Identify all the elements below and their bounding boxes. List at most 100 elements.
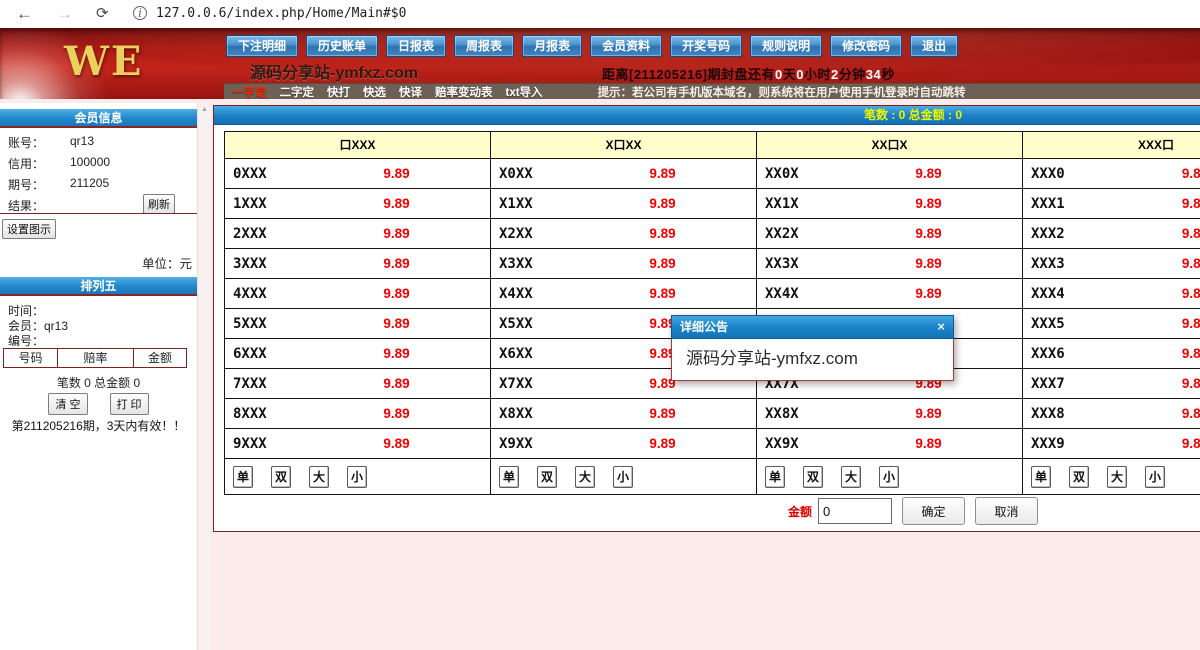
print-button[interactable]: 打 印 xyxy=(110,393,149,415)
bet-row[interactable]: X9XX 9.89 xyxy=(491,429,756,459)
bet-row[interactable]: 1XXX 9.89 xyxy=(225,189,490,219)
quick-button-odd[interactable]: 单 xyxy=(1031,466,1051,488)
bet-row[interactable]: XXX0 9.89 xyxy=(1023,159,1200,189)
bet-row[interactable]: XX1X 9.89 xyxy=(757,189,1022,219)
browser-back-icon[interactable]: ← xyxy=(16,2,33,26)
bet-row[interactable]: X2XX 9.89 xyxy=(491,219,756,249)
bet-row[interactable]: 6XXX 9.89 xyxy=(225,339,490,369)
bet-row[interactable]: 2XXX 9.89 xyxy=(225,219,490,249)
bet-odds: 9.89 xyxy=(303,166,490,181)
bet-row[interactable]: 7XXX 9.89 xyxy=(225,369,490,399)
bet-slip-col-header: 金额 xyxy=(134,348,187,368)
bet-table: 口XXX 0XXX 9.89 1XXX 9.89 2XXX 9.89 3XXX … xyxy=(224,131,1200,495)
bet-row[interactable]: X0XX 9.89 xyxy=(491,159,756,189)
bet-row[interactable]: 8XXX 9.89 xyxy=(225,399,490,429)
quick-button-small[interactable]: 小 xyxy=(879,466,899,488)
subnav-item-4[interactable]: 快选 xyxy=(363,84,386,100)
browser-reload-icon[interactable]: ⟳ xyxy=(96,2,109,26)
bet-row[interactable]: XX0X 9.89 xyxy=(757,159,1022,189)
bet-number: XXX2 xyxy=(1023,226,1101,242)
settings-display-button[interactable]: 设置图示 xyxy=(2,219,56,239)
bet-row[interactable]: XXX8 9.89 xyxy=(1023,399,1200,429)
bet-odds: 9.89 xyxy=(303,286,490,301)
bet-odds: 9.89 xyxy=(1101,226,1200,241)
quick-button-big[interactable]: 大 xyxy=(841,466,861,488)
site-logo: WE xyxy=(64,38,143,85)
clear-button[interactable]: 清 空 xyxy=(48,393,87,415)
bet-row[interactable]: XXX5 9.89 xyxy=(1023,309,1200,339)
top-nav-button-4[interactable]: 周报表 xyxy=(454,35,514,57)
quick-button-even[interactable]: 双 xyxy=(537,466,557,488)
quick-button-even[interactable]: 双 xyxy=(1069,466,1089,488)
subnav-item-7[interactable]: txt导入 xyxy=(506,84,543,100)
quick-button-big[interactable]: 大 xyxy=(1107,466,1127,488)
top-nav-button-9[interactable]: 修改密码 xyxy=(830,35,902,57)
quick-button-big[interactable]: 大 xyxy=(309,466,329,488)
bet-row[interactable]: XXX9 9.89 xyxy=(1023,429,1200,459)
subnav-item-3[interactable]: 快打 xyxy=(327,84,350,100)
bet-row[interactable]: XX3X 9.89 xyxy=(757,249,1022,279)
bet-odds: 9.89 xyxy=(569,226,756,241)
subnav-item-2[interactable]: 二字定 xyxy=(280,84,315,100)
bet-row[interactable]: X1XX 9.89 xyxy=(491,189,756,219)
quick-button-odd[interactable]: 单 xyxy=(765,466,785,488)
bet-number: X0XX xyxy=(491,166,569,182)
quick-button-even[interactable]: 双 xyxy=(271,466,291,488)
quick-button-small[interactable]: 小 xyxy=(1145,466,1165,488)
bet-row[interactable]: 0XXX 9.89 xyxy=(225,159,490,189)
bet-row[interactable]: 4XXX 9.89 xyxy=(225,279,490,309)
subnav-item-5[interactable]: 快译 xyxy=(399,84,422,100)
quick-button-big[interactable]: 大 xyxy=(575,466,595,488)
bet-row[interactable]: XXX1 9.89 xyxy=(1023,189,1200,219)
bet-row[interactable]: XXX6 9.89 xyxy=(1023,339,1200,369)
bet-odds: 9.89 xyxy=(303,256,490,271)
subnav-item-1[interactable]: 一字定 xyxy=(232,84,267,100)
bet-odds: 9.89 xyxy=(303,346,490,361)
quick-button-odd[interactable]: 单 xyxy=(233,466,253,488)
bet-row[interactable]: X3XX 9.89 xyxy=(491,249,756,279)
bet-row[interactable]: X4XX 9.89 xyxy=(491,279,756,309)
bet-row[interactable]: XXX4 9.89 xyxy=(1023,279,1200,309)
bet-odds: 9.89 xyxy=(1101,376,1200,391)
quick-bet-row: 单双大小 xyxy=(491,459,756,494)
close-icon[interactable]: × xyxy=(937,316,945,338)
top-nav-button-3[interactable]: 日报表 xyxy=(386,35,446,57)
top-nav-button-5[interactable]: 月报表 xyxy=(522,35,582,57)
subnav-item-6[interactable]: 赔率变动表 xyxy=(435,84,493,100)
amount-input[interactable] xyxy=(818,498,892,524)
bet-row[interactable]: XXX2 9.89 xyxy=(1023,219,1200,249)
bet-row[interactable]: X8XX 9.89 xyxy=(491,399,756,429)
quick-button-even[interactable]: 双 xyxy=(803,466,823,488)
confirm-button[interactable]: 确定 xyxy=(902,497,965,525)
bet-odds: 9.89 xyxy=(303,196,490,211)
bet-row[interactable]: XXX7 9.89 xyxy=(1023,369,1200,399)
bet-odds: 9.89 xyxy=(835,286,1022,301)
bet-row[interactable]: 9XXX 9.89 xyxy=(225,429,490,459)
top-nav-button-2[interactable]: 历史账单 xyxy=(306,35,378,57)
quick-button-odd[interactable]: 单 xyxy=(499,466,519,488)
bet-row[interactable]: XX8X 9.89 xyxy=(757,399,1022,429)
bet-row[interactable]: XXX3 9.89 xyxy=(1023,249,1200,279)
top-nav-button-6[interactable]: 会员资料 xyxy=(590,35,662,57)
divider xyxy=(0,213,197,214)
refresh-button[interactable]: 刷新 xyxy=(143,194,175,214)
bet-row[interactable]: 5XXX 9.89 xyxy=(225,309,490,339)
bet-row[interactable]: XX9X 9.89 xyxy=(757,429,1022,459)
bet-row[interactable]: XX2X 9.89 xyxy=(757,219,1022,249)
bet-row[interactable]: 3XXX 9.89 xyxy=(225,249,490,279)
top-nav-button-7[interactable]: 开奖号码 xyxy=(670,35,742,57)
url-bar[interactable]: 127.0.0.6/index.php/Home/Main#$0 xyxy=(156,6,406,21)
countdown-segment: 34 xyxy=(866,67,881,82)
top-nav-button-1[interactable]: 下注明细 xyxy=(226,35,298,57)
page-info-icon[interactable]: i xyxy=(133,6,147,20)
cancel-button[interactable]: 取消 xyxy=(975,497,1038,525)
scroll-up-icon[interactable]: ▲ xyxy=(198,106,211,113)
browser-forward-icon[interactable]: → xyxy=(56,2,73,26)
top-nav-button-8[interactable]: 规则说明 xyxy=(750,35,822,57)
bet-odds: 9.89 xyxy=(303,226,490,241)
quick-button-small[interactable]: 小 xyxy=(347,466,367,488)
quick-button-small[interactable]: 小 xyxy=(613,466,633,488)
sidebar-scrollbar[interactable]: ▲ xyxy=(197,103,210,650)
top-nav-button-10[interactable]: 退出 xyxy=(910,35,958,57)
bet-row[interactable]: XX4X 9.89 xyxy=(757,279,1022,309)
